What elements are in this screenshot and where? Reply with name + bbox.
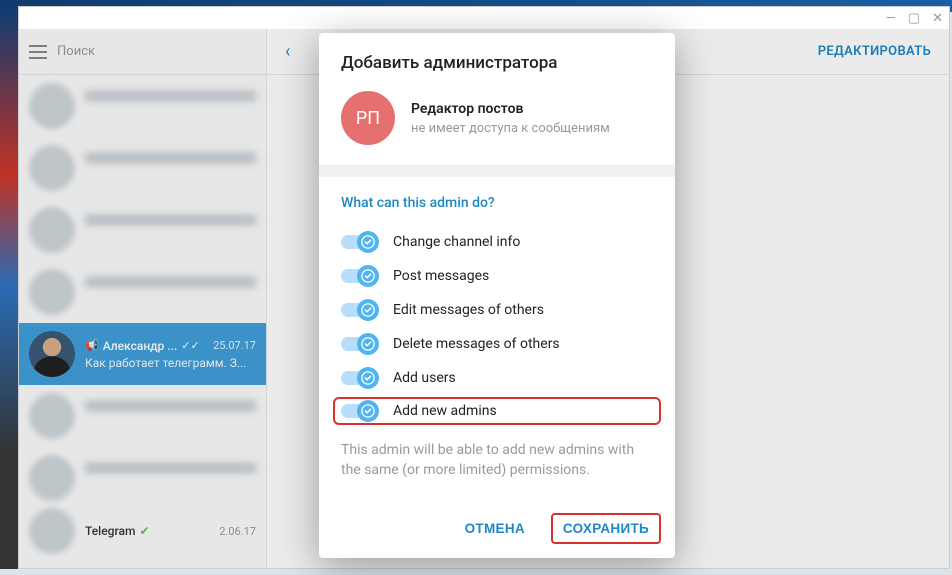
permission-toggle[interactable] <box>341 371 377 385</box>
modal-title: Добавить администратора <box>341 53 653 73</box>
permission-label: Edit messages of others <box>393 302 544 318</box>
checkmark-icon <box>361 371 375 385</box>
add-admin-modal: Добавить администратора РП Редактор пост… <box>319 33 675 558</box>
admin-subtitle: не имеет доступа к сообщениям <box>411 121 610 136</box>
window-titlebar: — ▢ ✕ <box>19 7 949 29</box>
permissions-note: This admin will be able to add new admin… <box>319 427 675 480</box>
permissions-list: Change channel info Post messages Edit mes… <box>319 225 675 427</box>
permission-toggle[interactable] <box>341 337 377 351</box>
permission-label: Change channel info <box>393 234 520 250</box>
admin-avatar: РП <box>341 91 395 145</box>
admin-name: Редактор постов <box>411 101 610 117</box>
permission-label: Post messages <box>393 268 489 284</box>
cancel-button[interactable]: ОТМЕНА <box>453 513 537 544</box>
checkmark-icon <box>361 404 375 418</box>
permission-row: Add users <box>341 361 653 395</box>
app-window: — ▢ ✕ Поиск 📢 <box>18 6 950 569</box>
permission-toggle[interactable] <box>341 269 377 283</box>
save-button[interactable]: СОХРАНИТЬ <box>551 513 661 544</box>
window-maximize-button[interactable]: ▢ <box>908 11 920 26</box>
checkmark-icon <box>361 235 375 249</box>
checkmark-icon <box>361 269 375 283</box>
permission-row: Post messages <box>341 259 653 293</box>
divider <box>319 165 675 177</box>
permission-row: Edit messages of others <box>341 293 653 327</box>
window-minimize-button[interactable]: — <box>886 11 896 26</box>
permission-label: Add users <box>393 370 456 386</box>
permission-label: Delete messages of others <box>393 336 560 352</box>
permission-row: Add new admins <box>333 397 661 425</box>
checkmark-icon <box>361 303 375 317</box>
permission-row: Change channel info <box>341 225 653 259</box>
permission-row: Delete messages of others <box>341 327 653 361</box>
checkmark-icon <box>361 337 375 351</box>
permissions-section-title: What can this admin do? <box>319 177 675 225</box>
permission-toggle[interactable] <box>341 404 377 418</box>
permission-label: Add new admins <box>393 403 497 419</box>
window-close-button[interactable]: ✕ <box>932 11 943 26</box>
desktop-left-fragment <box>0 6 18 569</box>
permission-toggle[interactable] <box>341 303 377 317</box>
permission-toggle[interactable] <box>341 235 377 249</box>
